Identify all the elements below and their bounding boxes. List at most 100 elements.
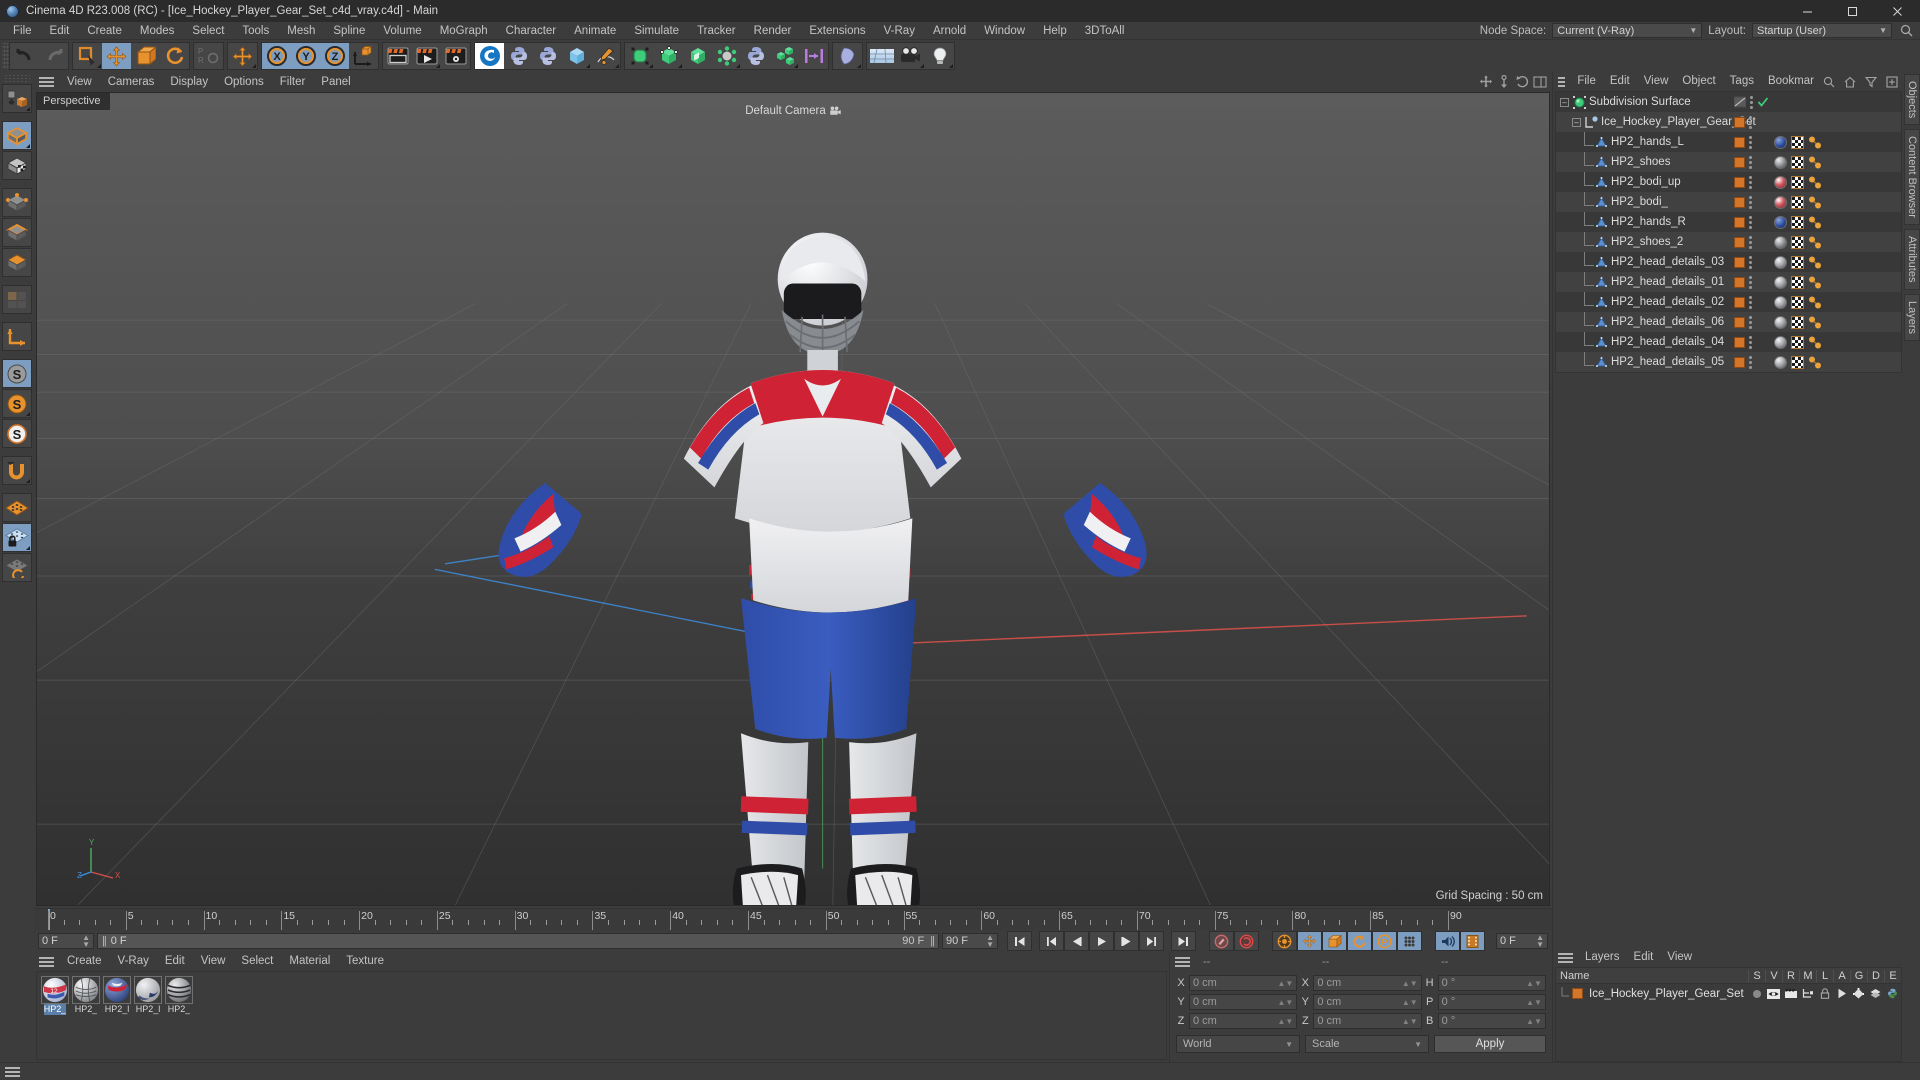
viewport-menu-display[interactable]: Display	[162, 72, 216, 92]
object-row[interactable]: HP2_shoes	[1556, 152, 1901, 172]
render-view-button[interactable]	[383, 43, 412, 69]
layers-col-e[interactable]: E	[1884, 970, 1901, 982]
layer-tag-icon[interactable]	[1734, 237, 1745, 248]
phong-tag-icon[interactable]	[1808, 296, 1822, 309]
uvw-tag-icon[interactable]	[1791, 156, 1804, 169]
subdivision-surface-button[interactable]	[625, 43, 654, 69]
redo-button[interactable]	[39, 43, 68, 69]
object-row[interactable]: HP2_hands_L	[1556, 132, 1901, 152]
om-menu-tags[interactable]: Tags	[1723, 72, 1761, 91]
material-item[interactable]: HP2_	[165, 976, 193, 1015]
spinner-icon[interactable]: ▲▼	[1277, 980, 1293, 987]
phong-tag-icon[interactable]	[1808, 276, 1822, 289]
uvw-tag-icon[interactable]	[1791, 236, 1804, 249]
enable-axis-modification-button[interactable]: S	[2, 359, 32, 388]
expander-icon[interactable]: –	[1572, 118, 1581, 127]
layer-tag-icon[interactable]	[1734, 297, 1745, 308]
workplane-lock-button[interactable]	[2, 493, 32, 522]
point-level-anim-icon[interactable]	[1397, 931, 1422, 951]
go-to-start-icon[interactable]	[1007, 931, 1032, 951]
rotation-p-field[interactable]: P 0 °▲▼	[1425, 994, 1546, 1010]
frame-end-field[interactable]: 90 F ▲▼	[942, 933, 998, 949]
material-tag-icon[interactable]	[1774, 156, 1787, 169]
material-tag-icon[interactable]	[1774, 176, 1787, 189]
filter-icon[interactable]	[1863, 74, 1879, 90]
timeline-icon[interactable]	[1460, 931, 1485, 951]
param-key-icon[interactable]: P	[1372, 931, 1397, 951]
viewport-menu-panel[interactable]: Panel	[313, 72, 358, 92]
workplane-rotate-button[interactable]	[2, 553, 32, 582]
phong-tag-icon[interactable]	[1808, 156, 1822, 169]
size-y-field[interactable]: Y 0 cm▲▼	[1300, 994, 1421, 1010]
om-menu-bookmark[interactable]: Bookmar	[1761, 72, 1821, 91]
size-z-field[interactable]: Z 0 cm▲▼	[1300, 1013, 1421, 1029]
layer-render-icon[interactable]	[1782, 989, 1799, 999]
rotation-b-input[interactable]: 0 °▲▼	[1438, 1013, 1546, 1029]
deformer-bend-button[interactable]	[833, 43, 862, 69]
status-hamburger-icon[interactable]	[4, 1065, 21, 1079]
layer-tag-icon[interactable]	[1734, 137, 1745, 148]
rotation-h-input[interactable]: 0 °▲▼	[1438, 975, 1546, 991]
material-menu-edit[interactable]: Edit	[157, 952, 193, 971]
uvw-tag-icon[interactable]	[1791, 296, 1804, 309]
object-tree[interactable]: –Subdivision Surface–Ice_Hockey_Player_G…	[1555, 91, 1902, 373]
viewport-tab-perspective[interactable]: Perspective	[37, 93, 110, 110]
undo-button[interactable]	[10, 43, 39, 69]
floor-environment-button[interactable]	[867, 43, 896, 69]
material-tag-icon[interactable]	[1774, 316, 1787, 329]
object-row[interactable]: HP2_head_details_03	[1556, 252, 1901, 272]
timeline-ruler[interactable]: 051015202530354045505560657075808590	[34, 908, 1552, 930]
scale-tool[interactable]	[131, 43, 160, 69]
layer-solo-icon[interactable]	[1748, 989, 1765, 999]
enabled-check-icon[interactable]	[1757, 96, 1769, 108]
uvw-tag-icon[interactable]	[1791, 316, 1804, 329]
layer-color-swatch[interactable]	[1572, 988, 1583, 999]
uvw-tag-icon[interactable]	[1791, 256, 1804, 269]
layer-lock-icon[interactable]	[1816, 988, 1833, 999]
om-menu-object[interactable]: Object	[1675, 72, 1722, 91]
om-menu-edit[interactable]: Edit	[1603, 72, 1637, 91]
menu-item-create[interactable]: Create	[78, 22, 131, 40]
deformers-button[interactable]	[654, 43, 683, 69]
coordinates-hamburger-icon[interactable]	[1174, 955, 1191, 969]
maximize-icon[interactable]	[1830, 0, 1875, 22]
spinner-icon[interactable]: ▲▼	[1536, 934, 1544, 948]
layer-expression-icon[interactable]	[1884, 988, 1901, 999]
add-icon[interactable]	[1884, 74, 1900, 90]
uvw-tag-icon[interactable]	[1791, 136, 1804, 149]
object-row[interactable]: HP2_hands_R	[1556, 212, 1901, 232]
axis-mode-button[interactable]	[2, 322, 32, 351]
left-toolbar-grip[interactable]	[4, 74, 30, 82]
material-tag-icon[interactable]	[1774, 356, 1787, 369]
spinner-icon[interactable]: ▲▼	[1526, 999, 1542, 1006]
vtab-content-browser[interactable]: Content Browser	[1904, 129, 1920, 225]
phong-tag-icon[interactable]	[1808, 196, 1822, 209]
rotate-tool[interactable]	[160, 43, 189, 69]
lock-y-axis-button[interactable]: Y	[291, 43, 320, 69]
layers-col-a[interactable]: A	[1833, 970, 1850, 982]
uvw-tag-icon[interactable]	[1791, 356, 1804, 369]
uvw-tag-icon[interactable]	[1791, 216, 1804, 229]
phong-tag-icon[interactable]	[1808, 336, 1822, 349]
home-icon[interactable]	[1842, 74, 1858, 90]
menu-item-help[interactable]: Help	[1034, 22, 1076, 40]
edge-mode-button[interactable]	[2, 218, 32, 247]
position-z-input[interactable]: 0 cm▲▼	[1189, 1013, 1297, 1029]
material-menu-texture[interactable]: Texture	[338, 952, 392, 971]
menu-item-spline[interactable]: Spline	[324, 22, 374, 40]
spinner-icon[interactable]: ▲▼	[82, 934, 90, 948]
size-x-field[interactable]: X 0 cm▲▼	[1300, 975, 1421, 991]
make-editable-button[interactable]	[2, 84, 32, 113]
coordinate-system-toggle[interactable]	[228, 43, 257, 69]
layers-col-r[interactable]: R	[1782, 970, 1799, 982]
size-z-input[interactable]: 0 cm▲▼	[1313, 1013, 1421, 1029]
om-menu-file[interactable]: File	[1570, 72, 1603, 91]
record-active-object-icon[interactable]	[1234, 931, 1259, 951]
psr-lock-button[interactable]: PR	[194, 43, 223, 69]
vtab-layers[interactable]: Layers	[1904, 294, 1920, 341]
phong-tag-icon[interactable]	[1808, 176, 1822, 189]
menu-item-tracker[interactable]: Tracker	[688, 22, 745, 40]
previous-key-icon[interactable]	[1039, 931, 1064, 951]
next-key-icon[interactable]	[1139, 931, 1164, 951]
position-x-field[interactable]: X 0 cm▲▼	[1176, 975, 1297, 991]
